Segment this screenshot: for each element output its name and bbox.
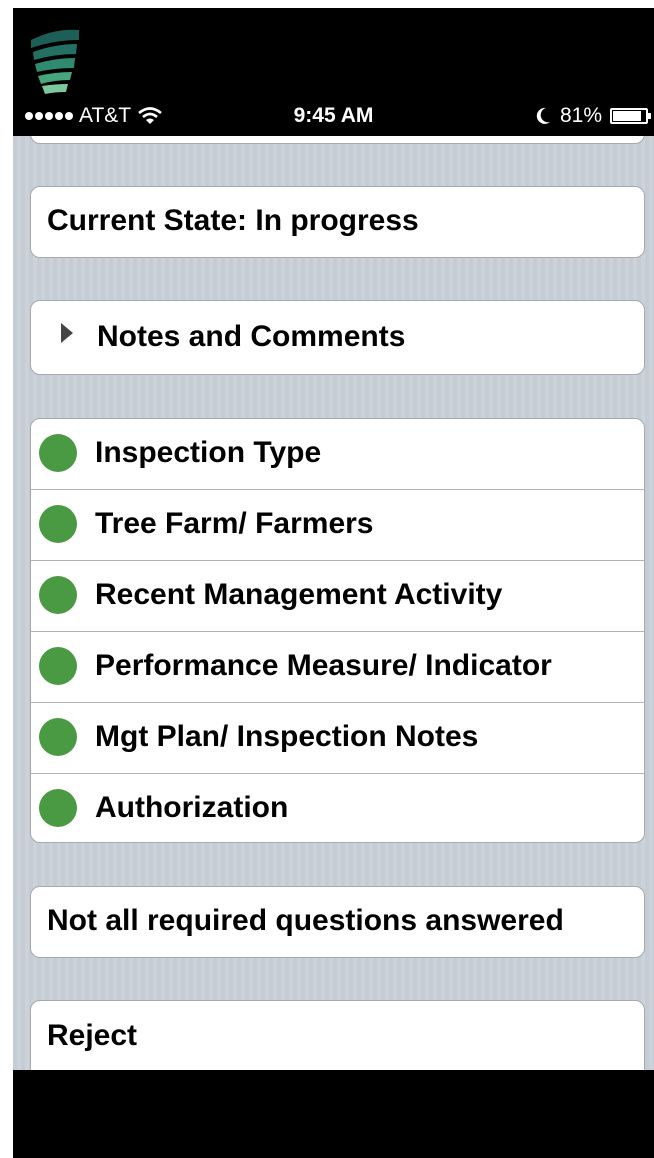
status-bar: AT&T 9:45 AM 81% — [13, 100, 654, 136]
status-dot-icon — [39, 789, 77, 827]
app-logo-icon — [31, 29, 79, 94]
reject-label: Reject — [47, 1019, 138, 1052]
disclosure-arrow-icon — [61, 323, 73, 343]
status-dot-icon — [39, 647, 77, 685]
section-item-tree-farm-farmers[interactable]: Tree Farm/ Farmers — [31, 489, 644, 560]
status-dot-icon — [39, 505, 77, 543]
status-dot-icon — [39, 434, 77, 472]
section-item-authorization[interactable]: Authorization — [31, 773, 644, 844]
section-item-performance-measure[interactable]: Performance Measure/ Indicator — [31, 631, 644, 702]
section-item-inspection-type[interactable]: Inspection Type — [31, 419, 644, 490]
status-dot-icon — [39, 576, 77, 614]
phone-screen: AT&T 9:45 AM 81% Current State: In progr… — [13, 8, 654, 1158]
previous-card-edge — [30, 136, 645, 144]
status-dot-icon — [39, 718, 77, 756]
submit-status-label: Not all required questions answered — [47, 904, 564, 937]
current-state-card: Current State: In progress — [30, 186, 645, 258]
moon-icon — [536, 107, 550, 124]
notes-and-comments-toggle[interactable]: Notes and Comments — [30, 300, 645, 375]
submit-status-button[interactable]: Not all required questions answered — [30, 886, 645, 958]
sections-list: Inspection Type Tree Farm/ Farmers Recen… — [30, 418, 645, 843]
battery-icon — [610, 108, 651, 124]
notes-and-comments-label: Notes and Comments — [97, 320, 406, 353]
main-content: Current State: In progress Notes and Com… — [13, 136, 654, 1070]
section-item-recent-management-activity[interactable]: Recent Management Activity — [31, 560, 644, 631]
battery-percentage: 81% — [559, 104, 602, 127]
reject-button[interactable]: Reject — [30, 1000, 645, 1070]
current-state-label: Current State: In progress — [47, 204, 419, 237]
top-bar: AT&T 9:45 AM 81% — [13, 8, 654, 136]
section-item-mgt-plan-inspection-notes[interactable]: Mgt Plan/ Inspection Notes — [31, 702, 644, 773]
